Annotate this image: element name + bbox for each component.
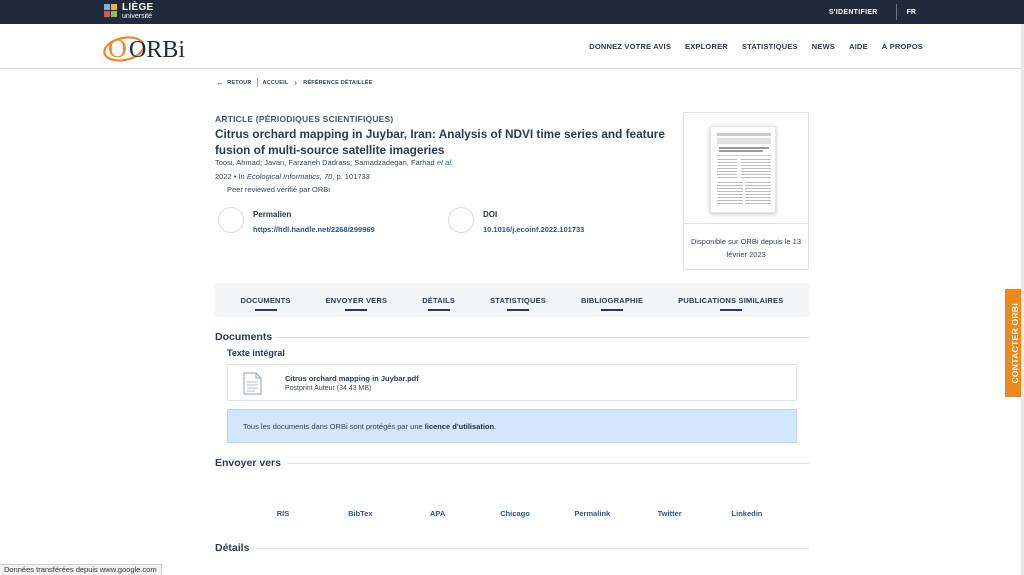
nav-feedback[interactable]: DONNEZ VOTRE AVIS — [589, 42, 671, 51]
article-title: Citrus orchard mapping in Juybar, Iran: … — [215, 127, 665, 157]
notice-text: Tous les documents dans ORBi sont protég… — [243, 422, 425, 431]
nav-statistics[interactable]: STATISTIQUES — [742, 42, 798, 51]
pdf-preview-image — [710, 126, 776, 213]
details-divider — [256, 548, 809, 549]
availability-info: Disponible sur ORBi depuis le 13 février… — [683, 224, 809, 270]
license-notice: Tous les documents dans ORBi sont protég… — [227, 409, 797, 443]
orbi-logo[interactable]: O ORBi — [102, 30, 186, 64]
ref-journal: Ecological Informatics, 70 — [246, 172, 333, 181]
documents-divider — [276, 337, 809, 338]
file-description: Postprint Auteur (34.43 MB) — [285, 385, 372, 392]
breadcrumb-back[interactable]: RETOUR — [227, 80, 251, 86]
fulltext-heading: Texte intégral — [227, 348, 285, 358]
share-twitter[interactable]: Twitter — [637, 509, 703, 518]
top-divider — [895, 4, 897, 20]
permalink-link[interactable]: https://hdl.handle.net/2268/299969 — [253, 225, 375, 234]
file-name-link[interactable]: Citrus orchard mapping in Juybar.pdf — [285, 374, 419, 383]
main-nav: DONNEZ VOTRE AVIS EXPLORER STATISTIQUES … — [589, 24, 923, 69]
breadcrumb-current: RÉFÉRENCE DÉTAILLÉE — [303, 79, 373, 86]
permalink-icon — [218, 207, 244, 233]
doi-icon — [448, 207, 474, 233]
ref-year: 2022 • In — [215, 172, 247, 181]
authors-etal-link[interactable]: et al. — [437, 158, 453, 167]
article-type: ARTICLE (PÉRIODIQUES SCIENTIFIQUES) — [215, 114, 394, 124]
doi-label: DOI — [483, 210, 498, 219]
license-link[interactable]: licence d'utilisation — [425, 422, 494, 431]
tab-statistics[interactable]: STATISTIQUES — [490, 296, 546, 305]
tab-similar-publications[interactable]: PUBLICATIONS SIMILAIRES — [678, 296, 783, 305]
permalink-block: Permalien https://hdl.handle.net/2268/29… — [218, 207, 375, 234]
peer-review-status: Peer reviewed vérifié par ORBi — [227, 185, 330, 194]
export-bibtex[interactable]: BibTex — [327, 509, 393, 518]
permalink-label: Permalien — [253, 210, 292, 219]
breadcrumb-divider — [256, 78, 258, 87]
login-link[interactable]: S'IDENTIFIER — [829, 9, 878, 16]
details-heading: Détails — [215, 542, 250, 554]
browser-status-bar: Données transférées depuis www.google.co… — [0, 564, 162, 575]
tab-documents[interactable]: DOCUMENTS — [240, 296, 290, 305]
svg-text:O: O — [108, 34, 127, 63]
authors-list: Toosi, Ahmad; Javan, Farzaneh Dadrass; S… — [215, 158, 435, 167]
export-permalink[interactable]: Permalink — [559, 509, 625, 518]
contact-orbi-label: CONTACTER ORBi — [1009, 302, 1020, 384]
uliege-logo[interactable]: LIÈGE université — [104, 3, 154, 20]
nav-news[interactable]: NEWS — [812, 42, 835, 51]
tab-send-to[interactable]: ENVOYER VERS — [326, 296, 388, 305]
ref-pages: , p. 101733 — [332, 172, 370, 181]
document-thumbnail[interactable] — [683, 112, 809, 224]
article-reference: 2022 • In Ecological Informatics, 70, p.… — [215, 172, 370, 181]
language-switch[interactable]: FR — [907, 9, 916, 16]
doi-block: DOI 10.1016/j.ecoinf.2022.101733 — [448, 207, 584, 234]
site-header: O ORBi DONNEZ VOTRE AVIS EXPLORER STATIS… — [0, 24, 1024, 69]
arrow-left-icon: ← — [216, 78, 225, 87]
export-ris[interactable]: RIS — [250, 509, 316, 518]
document-file-icon — [243, 372, 262, 395]
export-apa[interactable]: APA — [405, 509, 471, 518]
nav-explore[interactable]: EXPLORER — [685, 42, 728, 51]
uliege-subname: université — [122, 13, 152, 20]
orbi-logo-text: ORBi — [129, 37, 185, 63]
uliege-logo-icon — [104, 3, 118, 20]
top-bar: LIÈGE université S'IDENTIFIER FR — [0, 0, 1024, 24]
section-tabs: DOCUMENTS ENVOYER VERS DÉTAILS STATISTIQ… — [215, 283, 809, 317]
uliege-name: LIÈGE — [122, 2, 154, 13]
send-to-divider — [287, 463, 809, 464]
nav-about[interactable]: À PROPOS — [882, 42, 923, 51]
notice-end: . — [494, 422, 497, 431]
breadcrumb: ← RETOUR ACCUEIL › RÉFÉRENCE DÉTAILLÉE — [216, 78, 373, 87]
export-options: RIS BibTex APA Chicago Permalink Twitter… — [250, 509, 780, 518]
chevron-right-icon: › — [294, 78, 298, 87]
documents-heading: Documents — [215, 331, 273, 343]
doi-link[interactable]: 10.1016/j.ecoinf.2022.101733 — [483, 225, 584, 234]
tab-details[interactable]: DÉTAILS — [422, 296, 455, 305]
file-item[interactable]: Citrus orchard mapping in Juybar.pdf Pos… — [227, 364, 797, 401]
share-linkedin[interactable]: Linkedin — [714, 509, 780, 518]
nav-help[interactable]: AIDE — [849, 42, 868, 51]
tab-bibliography[interactable]: BIBLIOGRAPHIE — [581, 296, 643, 305]
export-chicago[interactable]: Chicago — [482, 509, 548, 518]
breadcrumb-home[interactable]: ACCUEIL — [263, 80, 289, 86]
article-authors: Toosi, Ahmad; Javan, Farzaneh Dadrass; S… — [215, 158, 453, 167]
send-to-heading: Envoyer vers — [215, 457, 281, 469]
